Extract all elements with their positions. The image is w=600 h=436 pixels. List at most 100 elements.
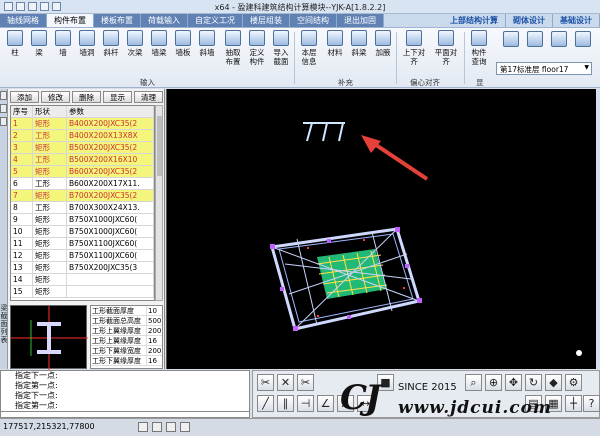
table-row[interactable]: 8 工形 B700X300X24X13. [11, 202, 154, 214]
tab-spatial-structure[interactable]: 空间结构 [290, 14, 337, 27]
table-row[interactable]: 3 矩形 B500X200JXC35(2 [11, 142, 154, 154]
tab-axis-grid[interactable]: 轴线网格 [0, 14, 47, 27]
tab-retrofit[interactable]: 退出加固 [337, 14, 384, 27]
inclined-beam-button[interactable]: 斜梁 [348, 30, 370, 74]
floor-all-button[interactable] [572, 31, 594, 59]
component-query-button[interactable]: 构件查询 [468, 30, 490, 74]
property-value[interactable]: 16 [147, 356, 162, 365]
column-button[interactable]: 柱 [4, 30, 26, 74]
property-row[interactable]: 工形上翼缘厚度 200 [91, 326, 162, 336]
clean-button[interactable]: 清理 [134, 91, 163, 103]
tab-custom-case[interactable]: 自定义工况 [188, 14, 243, 27]
table-row[interactable]: 7 矩形 B700X200JXC35(2 [11, 190, 154, 202]
material-button[interactable]: 材料 [324, 30, 346, 74]
table-row[interactable]: 1 矩形 B400X200JXC35(2 [11, 118, 154, 130]
offset-icon[interactable]: ∥ [277, 395, 294, 412]
block-icon[interactable]: ■ [377, 374, 394, 391]
wall-button[interactable]: 墙 [52, 30, 74, 74]
view-3d-icon[interactable]: ◆ [545, 374, 562, 391]
ortho-toggle[interactable] [152, 422, 162, 432]
property-row[interactable]: 工形截面厚度 10 [91, 306, 162, 316]
model-canvas[interactable] [166, 89, 596, 369]
axis-icon[interactable]: ┼ [565, 395, 582, 412]
refresh-icon[interactable]: ↻ [525, 374, 542, 391]
column-header[interactable]: 参数 [67, 106, 154, 117]
help-icon[interactable]: ? [583, 395, 600, 412]
tab-load-input[interactable]: 荷载输入 [141, 14, 188, 27]
floor-plan-model[interactable] [270, 227, 422, 331]
table-row[interactable]: 10 矩形 B750X1000JXC60( [11, 226, 154, 238]
table-row[interactable]: 14 矩形 [11, 274, 154, 286]
inclined-wall-button[interactable]: 斜墙 [196, 30, 218, 74]
grid-toggle[interactable] [166, 422, 176, 432]
tab-floor-assembly[interactable]: 楼层组装 [243, 14, 290, 27]
property-row[interactable]: 工形下翼缘厚度 16 [91, 356, 162, 366]
object-snap-toggle[interactable] [180, 422, 190, 432]
command-window[interactable]: 指定下一点: 指定第一点: 指定下一点: 指定第一点: [0, 370, 250, 418]
wall-opening-button[interactable]: 墙洞 [76, 30, 98, 74]
brace-button[interactable]: 斜杆 [100, 30, 122, 74]
table-row[interactable]: 4 工形 B500X200X16X10 [11, 154, 154, 166]
side-tab[interactable] [0, 91, 7, 100]
tab-slab-layout[interactable]: 楼板布置 [94, 14, 141, 27]
floor-stack-button[interactable] [548, 31, 570, 59]
wall-slab-button[interactable]: 墙板 [172, 30, 194, 74]
angle-icon[interactable]: ∠ [317, 395, 334, 412]
define-component-button[interactable]: 定义构件 [246, 30, 268, 74]
side-tab[interactable] [0, 117, 7, 126]
wall-beam-button[interactable]: 墙梁 [148, 30, 170, 74]
table-row[interactable]: 13 矩形 B750X200JXC35(3 [11, 262, 154, 274]
extend-icon[interactable]: ╱ [257, 395, 274, 412]
pan-icon[interactable]: ✥ [505, 374, 522, 391]
column-header[interactable]: 序号 [11, 106, 33, 117]
add-button[interactable]: 添加 [10, 91, 39, 103]
floor-info-button[interactable]: 本层信息 [298, 30, 320, 74]
property-value[interactable]: 500 [147, 316, 162, 325]
side-tab[interactable] [0, 104, 7, 113]
zoom-in-icon[interactable]: ⊕ [485, 374, 502, 391]
tab-component-layout[interactable]: 构件布置 [47, 14, 94, 27]
zoom-icon[interactable]: ⌕ [465, 374, 482, 391]
settings-icon[interactable]: ⚙ [565, 374, 582, 391]
property-row[interactable]: 工形上翼缘厚度 16 [91, 336, 162, 346]
plane-align-button[interactable]: 平面对齐 [432, 30, 460, 74]
table-row[interactable]: 15 矩形 [11, 286, 154, 298]
column-header[interactable]: 形状 [33, 106, 67, 117]
show-button[interactable]: 显示 [103, 91, 132, 103]
delete-button[interactable]: 删除 [72, 91, 101, 103]
property-row[interactable]: 工形下翼缘宽度 200 [91, 346, 162, 356]
floor-select[interactable]: 第17标准层 floor17 [496, 62, 592, 75]
table-row[interactable]: 9 矩形 B750X1000JXC60( [11, 214, 154, 226]
table-scrollbar[interactable] [155, 105, 163, 301]
table-row[interactable]: 12 矩形 B750X1100JXC60( [11, 250, 154, 262]
scissors-icon[interactable]: ✂ [257, 374, 274, 391]
table-row[interactable]: 6 工形 B600X200X17X11. [11, 178, 154, 190]
table-row[interactable]: 5 矩形 B600X200JXC35(2 [11, 166, 154, 178]
trim-icon[interactable]: ⊣ [297, 395, 314, 412]
property-value[interactable]: 10 [147, 306, 162, 315]
table-cell: 矩形 [33, 142, 67, 153]
secondary-beam-button[interactable]: 次梁 [124, 30, 146, 74]
snap-toggle[interactable] [138, 422, 148, 432]
cross-icon[interactable]: ✕ [277, 374, 294, 391]
table-row[interactable]: 2 工形 B400X200X13X8X [11, 130, 154, 142]
property-row[interactable]: 工形截面总高度 500 [91, 316, 162, 326]
tab-masonry-design[interactable]: 砌体设计 [506, 14, 553, 27]
command-input[interactable]: 指定第一点: [1, 401, 249, 412]
modify-button[interactable]: 修改 [41, 91, 70, 103]
table-row[interactable]: 11 矩形 B750X1100JXC60( [11, 238, 154, 250]
cut-icon[interactable]: ✂ [297, 374, 314, 391]
extract-layout-button[interactable]: 抽取布置 [222, 30, 244, 74]
beam-button[interactable]: 梁 [28, 30, 50, 74]
floor-down-button[interactable] [524, 31, 546, 59]
scrollbar-thumb[interactable] [157, 116, 162, 176]
property-value[interactable]: 200 [147, 346, 162, 355]
import-section-button[interactable]: 导入截面 [270, 30, 292, 74]
haunch-button[interactable]: 加腋 [372, 30, 394, 74]
property-value[interactable]: 16 [147, 336, 162, 345]
vertical-align-button[interactable]: 上下对齐 [400, 30, 428, 74]
tab-upper-structure-calc[interactable]: 上部结构计算 [443, 14, 506, 27]
property-value[interactable]: 200 [147, 326, 162, 335]
tab-foundation-design[interactable]: 基础设计 [553, 14, 600, 27]
floor-up-button[interactable] [500, 31, 522, 59]
